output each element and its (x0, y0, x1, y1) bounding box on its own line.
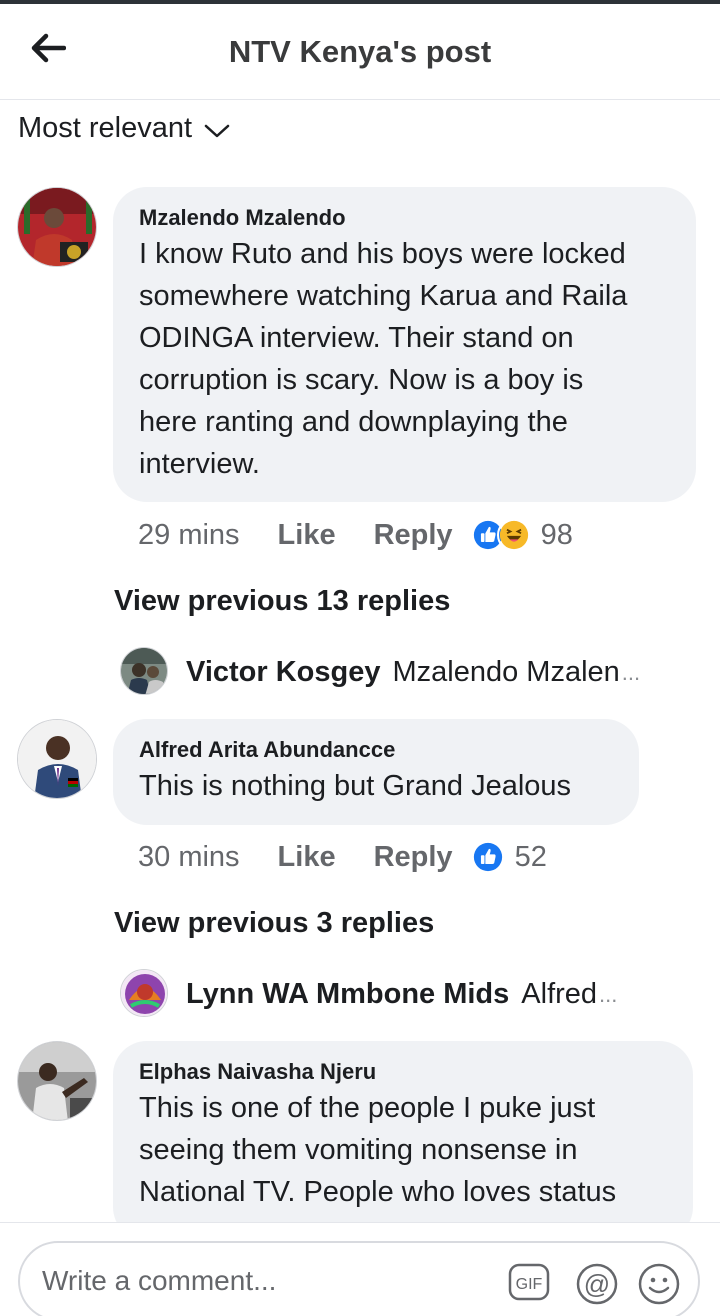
chevron-down-icon (204, 124, 230, 137)
reply-snippet: Mzalendo Mzalen (392, 656, 620, 688)
mention-label: @ (584, 1269, 610, 1299)
avatar[interactable] (120, 969, 168, 1017)
reactions-summary[interactable]: 52 (470, 840, 547, 874)
comment-author[interactable]: Elphas Naivasha Njeru (139, 1057, 667, 1087)
reaction-count: 52 (514, 840, 547, 873)
sort-dropdown[interactable]: Most relevant (18, 112, 230, 145)
avatar[interactable] (17, 719, 97, 799)
comment-box[interactable]: GIF @ (18, 1241, 700, 1316)
comment-actions: 30 mins Like Reply 52 (138, 840, 547, 874)
mention-icon: @ (576, 1263, 618, 1305)
emoji-icon (638, 1263, 680, 1305)
avatar[interactable] (17, 187, 97, 267)
comment-line: interview. (139, 448, 260, 480)
post-header: NTV Kenya's post (0, 4, 720, 100)
comment-line: I know Ruto and his boys were locked (139, 238, 626, 270)
like-button[interactable]: Like (278, 519, 336, 552)
avatar[interactable] (17, 1041, 97, 1121)
comment-line: seeing them vomiting nonsense in (139, 1134, 578, 1166)
comment-line: National TV. People who loves status (139, 1176, 617, 1208)
comment-actions: 29 mins Like Reply 98 (138, 518, 573, 552)
comment-author[interactable]: Mzalendo Mzalendo (139, 203, 670, 233)
like-button[interactable]: Like (278, 841, 336, 874)
page-title: NTV Kenya's post (228, 34, 492, 69)
sort-label: Most relevant (18, 112, 193, 144)
comment-line: This is one of the people I puke just (139, 1092, 596, 1124)
comment-bubble: Elphas Naivasha Njeru This is one of the… (113, 1041, 693, 1241)
comment-time[interactable]: 30 mins (138, 841, 240, 874)
reply-author[interactable]: Lynn WA Mmbone Mids (186, 978, 509, 1011)
comment-time[interactable]: 29 mins (138, 519, 240, 552)
gif-label: GIF (516, 1276, 543, 1293)
mention-button[interactable]: @ (576, 1263, 618, 1305)
comment-line: corruption is scary. Now is a boy is (139, 364, 584, 396)
reply-ellipsis: ... (599, 981, 618, 1007)
comment-composer: GIF @ (0, 1222, 720, 1316)
reply-author[interactable]: Victor Kosgey (186, 656, 380, 689)
like-icon (470, 840, 505, 874)
reply-button[interactable]: Reply (374, 519, 453, 552)
comment-input[interactable] (42, 1265, 482, 1297)
reply-snippet: Alfred (521, 978, 598, 1010)
gif-icon: GIF (508, 1263, 550, 1301)
haha-icon (496, 518, 531, 552)
reply-button[interactable]: Reply (374, 841, 453, 874)
comment-line: ODINGA interview. Their stand on (139, 322, 574, 354)
view-previous-replies[interactable]: View previous 13 replies (114, 585, 450, 618)
latest-reply-preview[interactable]: Victor Kosgey Mzalendo Mzalen ... (186, 656, 686, 689)
avatar[interactable] (120, 647, 168, 695)
reactions-summary[interactable]: 98 (470, 518, 573, 552)
reaction-count: 98 (540, 518, 573, 551)
comment-line: somewhere watching Karua and Raila (139, 280, 628, 312)
emoji-button[interactable] (638, 1263, 680, 1305)
view-previous-replies[interactable]: View previous 3 replies (114, 907, 434, 940)
comment-author[interactable]: Alfred Arita Abundancce (139, 735, 613, 765)
comment-bubble: Mzalendo Mzalendo I know Ruto and his bo… (113, 187, 696, 502)
comment-bubble: Alfred Arita Abundancce This is nothing … (113, 719, 639, 825)
comment-line: This is nothing but Grand Jealous (139, 770, 572, 802)
comment-line: here ranting and downplaying the (139, 406, 568, 438)
gif-button[interactable]: GIF (508, 1263, 550, 1301)
reply-ellipsis: ... (621, 659, 641, 685)
latest-reply-preview[interactable]: Lynn WA Mmbone Mids Alfred ... (186, 978, 686, 1011)
